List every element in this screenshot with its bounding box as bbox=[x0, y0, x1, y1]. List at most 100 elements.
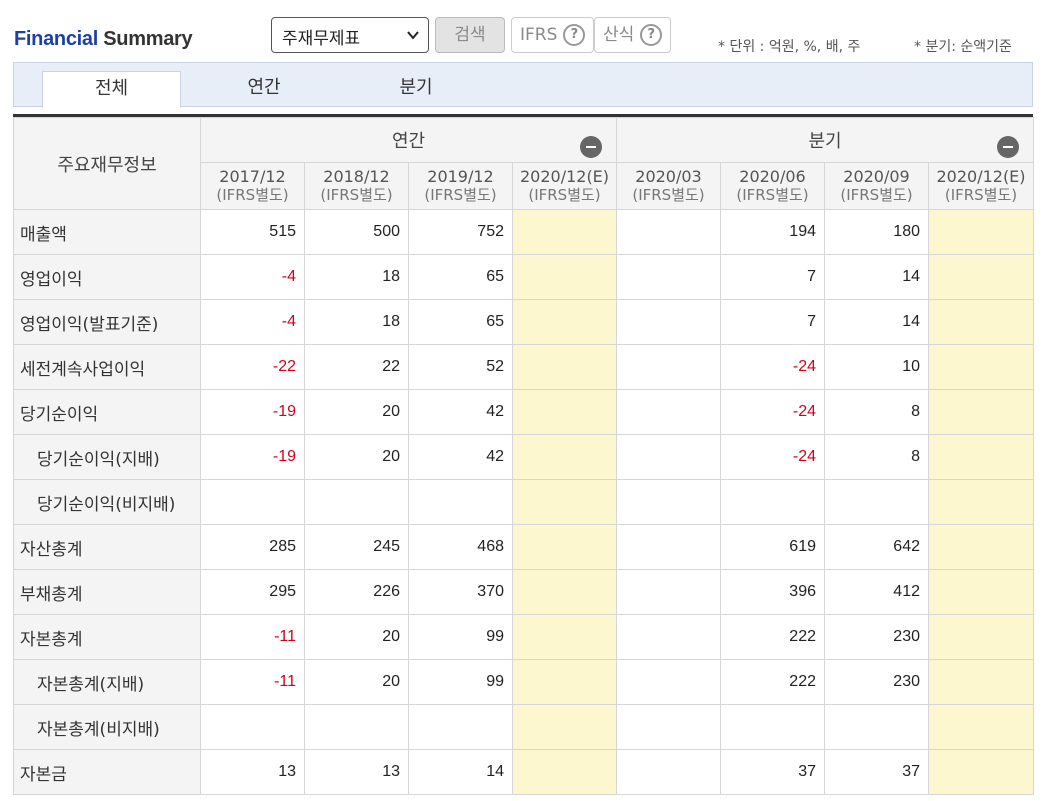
row-label[interactable]: 세전계속사업이익 bbox=[13, 344, 201, 390]
table-cell: 752 bbox=[408, 209, 513, 255]
table-cell: 245 bbox=[304, 524, 409, 570]
table-cell: 396 bbox=[720, 569, 825, 615]
tab-quarter[interactable]: 분기 bbox=[346, 71, 486, 108]
table-row: 당기순이익(비지배) bbox=[13, 479, 1034, 525]
ifrs-help-button[interactable]: IFRS ? bbox=[511, 17, 595, 53]
column-header: 2020/12(E) (IFRS별도) bbox=[928, 162, 1034, 210]
table-cell: 18 bbox=[304, 299, 409, 345]
table-cell: 14 bbox=[824, 254, 929, 300]
table-cell bbox=[928, 209, 1034, 255]
annual-group-label: 연간 bbox=[391, 131, 426, 152]
table-cell: 52 bbox=[408, 344, 513, 390]
column-header: 2020/03 (IFRS별도) bbox=[616, 162, 721, 210]
table-cell bbox=[616, 704, 721, 750]
table-cell: 99 bbox=[408, 614, 513, 660]
collapse-minus-icon[interactable] bbox=[580, 136, 602, 158]
table-cell bbox=[616, 209, 721, 255]
table-row: 자본총계(지배) -11 20 99 222 230 bbox=[13, 659, 1034, 705]
search-button[interactable]: 검색 bbox=[435, 17, 505, 53]
period-tabbar: 전체 연간 분기 bbox=[13, 62, 1033, 108]
column-period: 2018/12 bbox=[323, 167, 390, 186]
column-header: 2020/06 (IFRS별도) bbox=[720, 162, 825, 210]
table-cell: 642 bbox=[824, 524, 929, 570]
page-title: Financial Summary bbox=[14, 28, 193, 51]
table-cell: 20 bbox=[304, 434, 409, 480]
table-cell bbox=[928, 704, 1034, 750]
column-header: 2017/12 (IFRS별도) bbox=[200, 162, 305, 210]
table-cell bbox=[928, 254, 1034, 300]
table-cell bbox=[720, 479, 825, 525]
table-cell bbox=[824, 479, 929, 525]
table-cell: -24 bbox=[720, 344, 825, 390]
table-cell: 99 bbox=[408, 659, 513, 705]
table-cell bbox=[512, 659, 617, 705]
row-label[interactable]: 자본총계(비지배) bbox=[13, 704, 201, 750]
collapse-minus-icon[interactable] bbox=[997, 136, 1019, 158]
table-row: 당기순이익 -19 20 42 -24 8 bbox=[13, 389, 1034, 435]
statement-type-select[interactable]: 주재무제표 bbox=[271, 17, 429, 53]
row-label[interactable]: 매출액 bbox=[13, 209, 201, 255]
table-cell: -19 bbox=[200, 389, 305, 435]
column-basis: (IFRS별도) bbox=[840, 186, 913, 204]
column-header: 2020/12(E) (IFRS별도) bbox=[512, 162, 617, 210]
tab-all[interactable]: 전체 bbox=[42, 71, 181, 108]
table-cell: 20 bbox=[304, 389, 409, 435]
table-cell bbox=[512, 524, 617, 570]
table-cell: -24 bbox=[720, 434, 825, 480]
row-label[interactable]: 부채총계 bbox=[13, 569, 201, 615]
table-row: 자본총계 -11 20 99 222 230 bbox=[13, 614, 1034, 660]
table-cell bbox=[928, 344, 1034, 390]
row-label[interactable]: 당기순이익 bbox=[13, 389, 201, 435]
table-cell bbox=[512, 614, 617, 660]
financial-summary-table: 주요재무정보 연간 분기 2017/12 (IFRS별도) 2018/12 (IFRS… bbox=[13, 114, 1034, 795]
table-cell bbox=[512, 479, 617, 525]
table-cell bbox=[616, 614, 721, 660]
table-cell: 8 bbox=[824, 389, 929, 435]
table-cell: 295 bbox=[200, 569, 305, 615]
quarter-note: * 분기: 순액기준 bbox=[914, 39, 1012, 55]
table-cell: 18 bbox=[304, 254, 409, 300]
quarter-group-label: 분기 bbox=[808, 131, 842, 152]
tab-annual[interactable]: 연간 bbox=[194, 71, 334, 108]
table-cell bbox=[928, 434, 1034, 480]
row-label[interactable]: 자본총계 bbox=[13, 614, 201, 660]
table-cell: 370 bbox=[408, 569, 513, 615]
formula-help-button[interactable]: 산식 ? bbox=[594, 17, 672, 53]
table-cell: 13 bbox=[304, 749, 409, 795]
table-cell bbox=[616, 569, 721, 615]
row-label[interactable]: 자본총계(지배) bbox=[13, 659, 201, 705]
table-cell: -22 bbox=[200, 344, 305, 390]
row-label[interactable]: 당기순이익(비지배) bbox=[13, 479, 201, 525]
table-cell bbox=[720, 704, 825, 750]
row-label[interactable]: 영업이익(발표기준) bbox=[13, 299, 201, 345]
column-period: 2019/12 bbox=[427, 167, 494, 186]
row-label[interactable]: 영업이익 bbox=[13, 254, 201, 300]
table-cell: 500 bbox=[304, 209, 409, 255]
table-row: 자산총계 285 245 468 619 642 bbox=[13, 524, 1034, 570]
table-cell bbox=[616, 479, 721, 525]
column-basis: (IFRS별도) bbox=[528, 186, 601, 204]
column-header: 2020/09 (IFRS별도) bbox=[824, 162, 929, 210]
row-label[interactable]: 당기순이익(지배) bbox=[13, 434, 201, 480]
table-cell bbox=[512, 704, 617, 750]
table-cell bbox=[928, 749, 1034, 795]
table-cell bbox=[616, 659, 721, 705]
table-cell bbox=[512, 299, 617, 345]
table-cell bbox=[616, 749, 721, 795]
table-cell bbox=[824, 704, 929, 750]
table-cell bbox=[408, 479, 513, 525]
table-cell: 65 bbox=[408, 254, 513, 300]
table-cell: 222 bbox=[720, 614, 825, 660]
table-cell: 22 bbox=[304, 344, 409, 390]
table-row: 영업이익(발표기준) -4 18 65 7 14 bbox=[13, 299, 1034, 345]
row-label[interactable]: 자산총계 bbox=[13, 524, 201, 570]
table-cell: -11 bbox=[200, 659, 305, 705]
row-label[interactable]: 자본금 bbox=[13, 749, 201, 795]
table-cell bbox=[512, 344, 617, 390]
formula-label: 산식 bbox=[603, 25, 635, 45]
table-row: 자본금 13 13 14 37 37 bbox=[13, 749, 1034, 795]
table-cell bbox=[928, 524, 1034, 570]
table-cell bbox=[928, 299, 1034, 345]
table-row: 매출액 515 500 752 194 180 bbox=[13, 209, 1034, 255]
table-cell: 20 bbox=[304, 614, 409, 660]
